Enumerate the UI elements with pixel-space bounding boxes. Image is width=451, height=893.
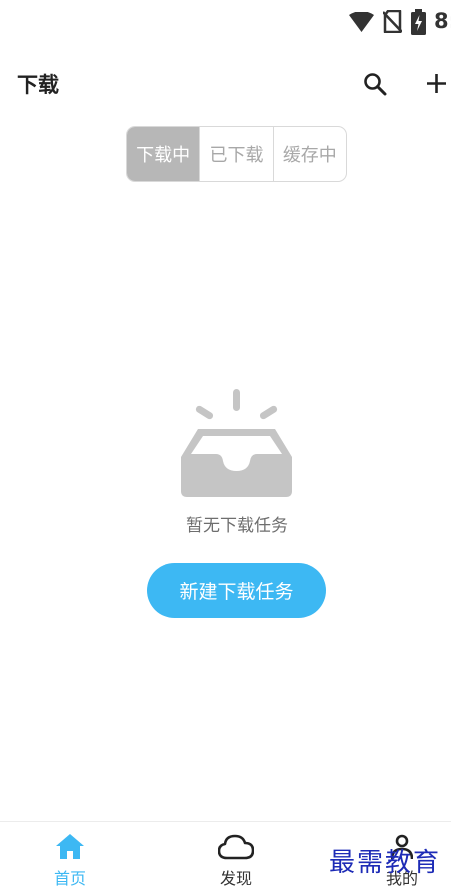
nav-label-home: 首页 [53, 869, 86, 888]
wifi-icon [349, 12, 374, 32]
status-bar: 8: [0, 0, 451, 44]
nav-item-home[interactable]: 首页 [15, 822, 125, 893]
app-screen: 8: 下载 下载中 已下载 缓存中 暂无下载任务 新建下载任务 首 [0, 0, 451, 893]
title-bar: 下载 [0, 60, 451, 108]
tab-caching[interactable]: 缓存中 [272, 127, 346, 181]
nav-item-discover[interactable]: 发现 [181, 822, 291, 893]
tab-downloaded[interactable]: 已下载 [199, 127, 272, 181]
battery-charging-icon [411, 9, 426, 35]
cloud-icon [218, 834, 254, 860]
page-title: 下载 [17, 73, 59, 97]
status-time: 8: [434, 9, 451, 33]
no-sim-icon [383, 10, 402, 33]
tab-downloading[interactable]: 下载中 [127, 127, 200, 181]
empty-message: 暂无下载任务 [186, 516, 288, 536]
search-icon[interactable] [363, 72, 387, 96]
empty-inbox-icon [181, 389, 292, 497]
home-icon [56, 834, 84, 859]
nav-label-discover: 发现 [219, 869, 252, 888]
new-download-task-button[interactable]: 新建下载任务 [147, 563, 326, 618]
add-icon[interactable] [426, 73, 447, 94]
download-tabs: 下载中 已下载 缓存中 [126, 126, 347, 182]
watermark-logo: 最需教育 [329, 848, 442, 878]
